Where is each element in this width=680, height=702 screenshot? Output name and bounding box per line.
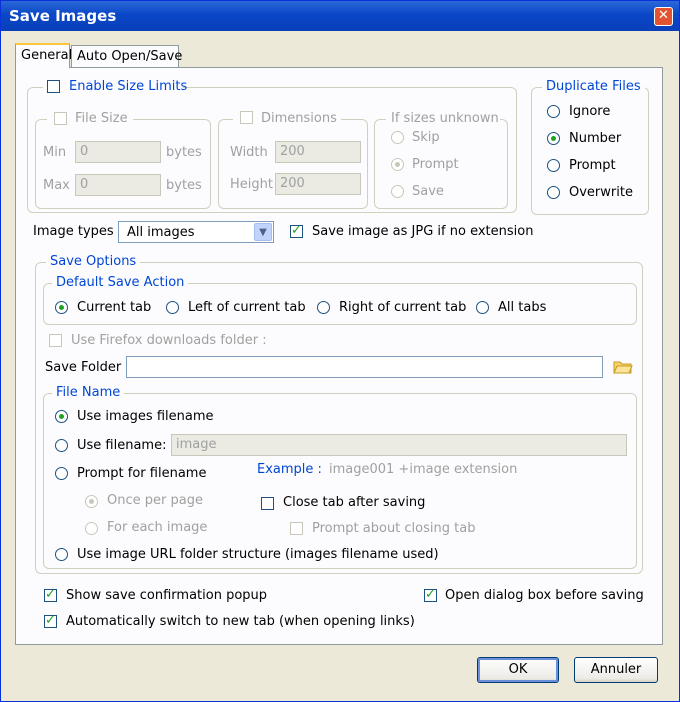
dup-prompt-label: Prompt [569,158,616,173]
for-each-image-radio[interactable] [85,522,98,535]
duplicate-files-legend: Duplicate Files [542,79,645,94]
height-input[interactable]: 200 [275,173,361,195]
dup-number-radio[interactable] [547,132,560,145]
action-all-tabs-radio[interactable] [476,301,489,314]
min-unit: bytes [166,145,202,160]
use-ff-downloads-checkbox[interactable] [49,334,62,347]
save-jpg-checkbox[interactable] [290,223,303,238]
width-label: Width [230,145,268,160]
image-types-label: Image types [33,224,114,239]
action-right-tab-label: Right of current tab [339,300,467,315]
action-current-tab-radio[interactable] [55,301,68,314]
min-label: Min [43,145,67,160]
save-jpg-label: Save image as JPG if no extension [312,224,534,239]
action-left-tab-radio[interactable] [166,301,179,314]
url-folder-label: Use image URL folder structure (images f… [77,547,439,562]
for-each-image-label: For each image [107,520,208,535]
tab-general[interactable]: General [15,43,72,68]
file-size-label: File Size [75,111,128,126]
ok-button[interactable]: OK [477,657,559,683]
dup-overwrite-label: Overwrite [569,185,633,200]
action-left-tab-label: Left of current tab [188,300,306,315]
save-options-legend: Save Options [46,254,141,269]
file-size-checkbox[interactable] [54,112,67,125]
url-folder-radio[interactable] [55,548,68,561]
show-confirm-checkbox[interactable] [44,587,57,602]
unknown-skip-radio[interactable] [391,131,404,144]
open-dialog-label: Open dialog box before saving [445,588,644,603]
use-filename-radio[interactable] [55,439,68,452]
prompt-closing-label: Prompt about closing tab [312,521,476,536]
enable-size-limits-checkbox[interactable] [47,80,60,93]
save-images-dialog: Save Images ✕ General Auto Open/Save Ena… [0,0,680,702]
close-tab-label: Close tab after saving [283,495,426,510]
width-input[interactable]: 200 [275,141,361,163]
auto-switch-label: Automatically switch to new tab (when op… [66,614,415,629]
close-tab-checkbox[interactable] [261,497,274,510]
use-filename-label: Use filename: [77,438,167,453]
max-bytes-input[interactable]: 0 [75,174,161,196]
window-title: Save Images [9,7,117,25]
dimensions-label: Dimensions [261,111,337,126]
unknown-save-label: Save [412,184,444,199]
height-label: Height [230,177,273,192]
dimensions-checkbox[interactable] [240,111,253,124]
example-value: image001 +image extension [329,462,518,477]
example-label: Example : [257,462,322,477]
unknown-prompt-label: Prompt [412,157,459,172]
dup-number-label: Number [569,131,622,146]
dup-ignore-radio[interactable] [547,105,560,118]
enable-size-limits-label[interactable]: Enable Size Limits [69,79,187,94]
action-right-tab-radio[interactable] [317,301,330,314]
dup-overwrite-radio[interactable] [547,186,560,199]
once-per-page-radio[interactable] [85,495,98,508]
once-per-page-label: Once per page [107,493,203,508]
close-icon[interactable]: ✕ [654,7,673,26]
image-types-select[interactable]: All images ▼ [118,221,274,243]
dup-ignore-label: Ignore [569,104,611,119]
unknown-save-radio[interactable] [391,185,404,198]
dimensions-group [218,119,368,209]
action-current-tab-label: Current tab [77,300,152,315]
action-all-tabs-label: All tabs [498,300,547,315]
image-types-value: All images [127,225,195,240]
open-dialog-checkbox[interactable] [424,587,437,602]
show-confirm-label: Show save confirmation popup [66,588,268,603]
prompt-filename-label: Prompt for filename [77,466,207,481]
unknown-prompt-radio[interactable] [391,158,404,171]
dup-prompt-radio[interactable] [547,159,560,172]
max-unit: bytes [166,178,202,193]
prompt-closing-checkbox[interactable] [290,522,303,535]
default-action-legend: Default Save Action [52,275,189,290]
min-bytes-input[interactable]: 0 [75,141,161,163]
if-unknown-legend: If sizes unknown [391,111,499,126]
use-images-filename-radio[interactable] [55,410,68,423]
title-bar[interactable]: Save Images ✕ [1,1,679,31]
save-folder-input[interactable] [126,356,603,378]
folder-icon[interactable] [613,359,633,375]
use-ff-downloads-label: Use Firefox downloads folder : [71,333,267,348]
auto-switch-checkbox[interactable] [44,613,57,628]
unknown-skip-label: Skip [412,130,440,145]
max-label: Max [43,178,70,193]
file-name-legend: File Name [52,385,125,400]
use-images-filename-label: Use images filename [77,409,214,424]
filename-input[interactable]: image [171,434,627,456]
chevron-down-icon[interactable]: ▼ [254,223,272,241]
save-folder-label: Save Folder [45,360,122,375]
cancel-button[interactable]: Annuler [574,657,658,683]
prompt-filename-radio[interactable] [55,467,68,480]
tab-auto-open-save[interactable]: Auto Open/Save [71,45,182,67]
